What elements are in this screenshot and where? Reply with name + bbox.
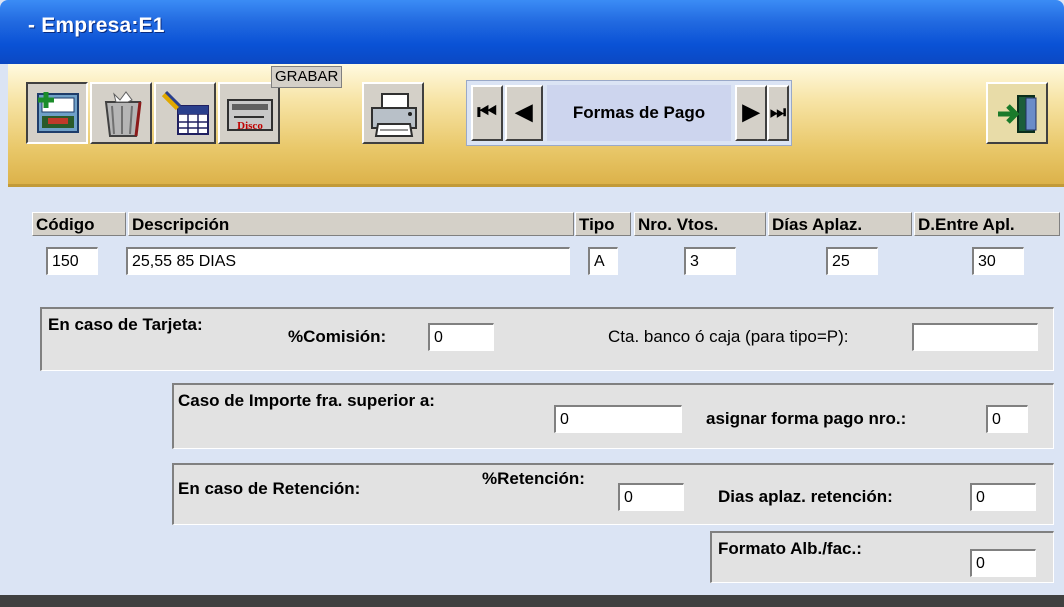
cta-label: Cta. banco ó caja (para tipo=P): <box>608 327 849 346</box>
descripcion-field[interactable]: 25,55 85 DIAS <box>126 247 570 275</box>
print-button[interactable] <box>362 82 424 144</box>
first-record-icon: ⏮ <box>477 99 497 124</box>
form-area: Código Descripción Tipo Nro. Vtos. Días … <box>8 187 1064 595</box>
search-table-icon <box>161 90 209 135</box>
importe-field[interactable]: 0 <box>554 405 682 433</box>
last-record-button[interactable]: ⏭ <box>767 85 789 141</box>
title-bar[interactable]: - Empresa:E1 <box>0 0 1064 64</box>
importe-label: Caso de Importe fra. superior a: <box>178 391 435 410</box>
new-record-button[interactable] <box>26 82 88 144</box>
nro-vtos-field[interactable]: 3 <box>684 247 736 275</box>
prev-record-icon: ◀ <box>515 99 533 124</box>
last-record-icon: ⏭ <box>769 102 787 122</box>
nav-label: Formas de Pago <box>547 85 731 141</box>
window-title: - Empresa:E1 <box>28 14 165 37</box>
pct-retencion-label: %Retención: <box>482 469 585 488</box>
header-descripcion: Descripción <box>128 212 574 236</box>
formato-panel: Formato Alb./fac.: 0 <box>710 531 1054 583</box>
exit-button[interactable] <box>986 82 1048 144</box>
next-record-icon: ▶ <box>742 99 760 124</box>
tarjeta-panel: En caso de Tarjeta: %Comisión: 0 Cta. ba… <box>40 307 1054 371</box>
dias-aplaz-field[interactable]: 25 <box>826 247 878 275</box>
header-nro-vtos: Nro. Vtos. <box>634 212 766 236</box>
bottom-border <box>0 595 1064 607</box>
d-entre-apl-field[interactable]: 30 <box>972 247 1024 275</box>
asignar-field[interactable]: 0 <box>986 405 1028 433</box>
save-disk-icon: Disco <box>227 99 273 132</box>
dias-retencion-field[interactable]: 0 <box>970 483 1036 511</box>
dias-retencion-label: Dias aplaz. retención: <box>718 487 893 506</box>
retencion-label: En caso de Retención: <box>178 479 361 498</box>
formato-label: Formato Alb./fac.: <box>718 539 862 558</box>
window: - Empresa:E1 Disco GRABAR ⏮ ◀ Formas de … <box>0 0 1064 607</box>
prev-record-button[interactable]: ◀ <box>505 85 543 141</box>
importe-panel: Caso de Importe fra. superior a: 0 asign… <box>172 383 1054 449</box>
header-d-entre-apl: D.Entre Apl. <box>914 212 1060 236</box>
next-record-button[interactable]: ▶ <box>735 85 767 141</box>
codigo-field[interactable]: 150 <box>46 247 98 275</box>
new-record-icon <box>37 92 79 133</box>
formato-field[interactable]: 0 <box>970 549 1036 577</box>
header-dias-aplaz: Días Aplaz. <box>768 212 912 236</box>
asignar-label: asignar forma pago nro.: <box>706 409 907 428</box>
printer-icon <box>371 93 417 137</box>
pct-retencion-field[interactable]: 0 <box>618 483 684 511</box>
trash-icon <box>104 91 142 137</box>
exit-door-icon <box>998 95 1037 133</box>
delete-button[interactable] <box>90 82 152 144</box>
save-button[interactable]: Disco <box>218 82 280 144</box>
tarjeta-label: En caso de Tarjeta: <box>48 315 203 334</box>
record-navigator: ⏮ ◀ Formas de Pago ▶ ⏭ <box>466 80 792 146</box>
comision-label: %Comisión: <box>288 327 387 346</box>
toolbar: Disco GRABAR ⏮ ◀ Formas de Pago ▶ ⏭ <box>8 64 1064 187</box>
first-record-button[interactable]: ⏮ <box>471 85 503 141</box>
header-tipo: Tipo <box>575 212 631 236</box>
retencion-panel: En caso de Retención: %Retención: 0 Dias… <box>172 463 1054 525</box>
search-button[interactable] <box>154 82 216 144</box>
cta-field[interactable] <box>912 323 1038 351</box>
header-codigo: Código <box>32 212 126 236</box>
disco-text: Disco <box>237 120 263 132</box>
grabar-tooltip: GRABAR <box>271 66 343 88</box>
tipo-field[interactable]: A <box>588 247 618 275</box>
comision-field[interactable]: 0 <box>428 323 494 351</box>
